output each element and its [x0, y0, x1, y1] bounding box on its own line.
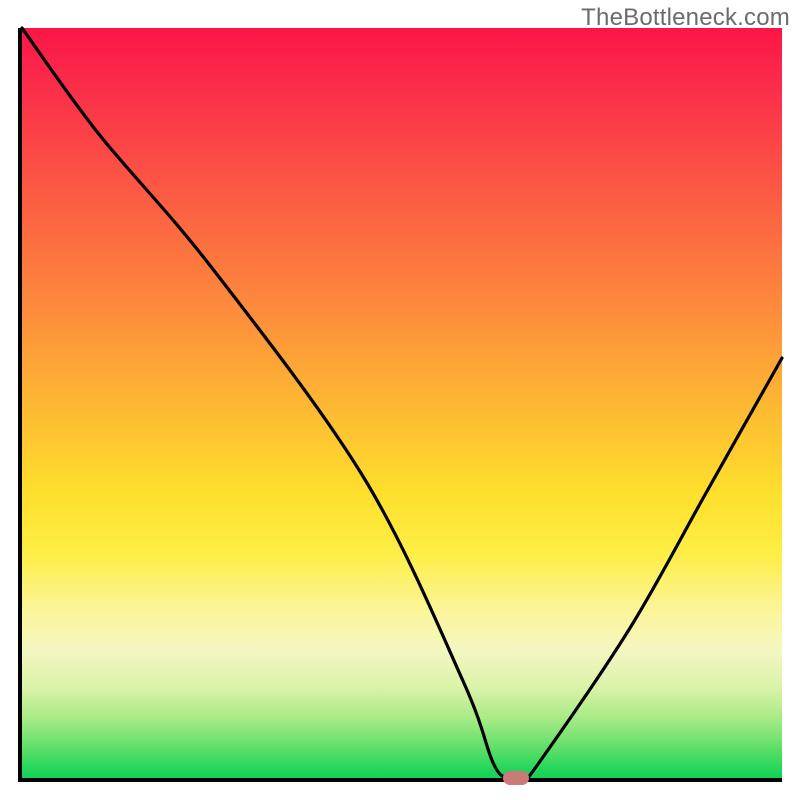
bottleneck-curve — [22, 28, 782, 778]
optimal-point-marker — [503, 771, 529, 785]
bottleneck-chart: TheBottleneck.com — [0, 0, 800, 800]
plot-area — [18, 28, 782, 782]
